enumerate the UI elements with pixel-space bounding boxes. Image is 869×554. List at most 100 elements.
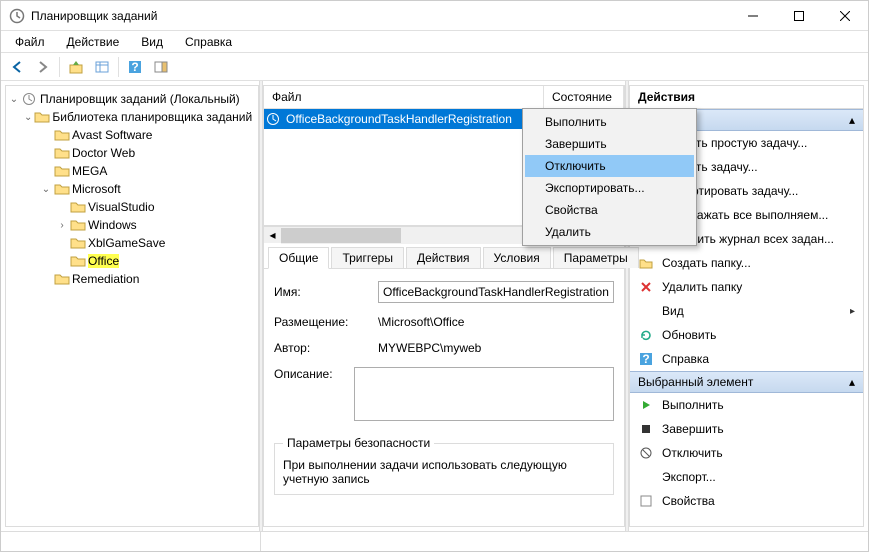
play-icon bbox=[638, 397, 654, 413]
delete-icon bbox=[638, 279, 654, 295]
folder-icon bbox=[34, 110, 50, 124]
folder-icon bbox=[54, 164, 70, 178]
expand-icon[interactable]: ⌄ bbox=[40, 183, 52, 195]
tree-item-office[interactable]: Office bbox=[56, 252, 256, 270]
clock-icon bbox=[22, 92, 38, 106]
tree-item-mega[interactable]: MEGA bbox=[40, 162, 256, 180]
clock-icon bbox=[266, 112, 282, 126]
security-legend: Параметры безопасности bbox=[283, 436, 434, 450]
scroll-left-button[interactable]: ◂ bbox=[264, 227, 281, 244]
action-new-folder[interactable]: Создать папку... bbox=[630, 251, 863, 275]
tree-root[interactable]: ⌄ Планировщик заданий (Локальный) bbox=[8, 90, 256, 108]
folder-icon bbox=[54, 182, 70, 196]
expand-icon[interactable]: ⌄ bbox=[24, 111, 32, 123]
collapse-icon: ▴ bbox=[849, 375, 855, 389]
action-help[interactable]: ?Справка bbox=[630, 347, 863, 371]
stop-icon bbox=[638, 421, 654, 437]
tab-settings[interactable]: Параметры bbox=[553, 247, 639, 268]
up-button[interactable] bbox=[64, 55, 88, 79]
menubar: Файл Действие Вид Справка bbox=[1, 31, 868, 53]
tree-root-label: Планировщик заданий (Локальный) bbox=[40, 92, 240, 106]
tab-general[interactable]: Общие bbox=[268, 247, 329, 269]
folder-icon bbox=[70, 236, 86, 250]
col-state[interactable]: Состояние bbox=[544, 86, 624, 108]
folder-icon bbox=[70, 254, 86, 268]
tab-bar: Общие Триггеры Действия Условия Параметр… bbox=[264, 243, 624, 269]
task-name: OfficeBackgroundTaskHandlerRegistration bbox=[282, 112, 544, 126]
author-label: Автор: bbox=[274, 341, 378, 355]
ctx-end[interactable]: Завершить bbox=[525, 133, 694, 155]
tree-item-remediation[interactable]: Remediation bbox=[40, 270, 256, 288]
location-value: \Microsoft\Office bbox=[378, 315, 614, 329]
collapse-icon[interactable]: › bbox=[56, 219, 68, 231]
chevron-right-icon: ▸ bbox=[850, 306, 855, 317]
newfolder-icon bbox=[638, 255, 654, 271]
scroll-thumb[interactable] bbox=[281, 228, 401, 243]
titlebar: Планировщик заданий bbox=[1, 1, 868, 31]
ctx-delete[interactable]: Удалить bbox=[525, 221, 694, 243]
tree-library[interactable]: ⌄ Библиотека планировщика заданий bbox=[24, 108, 256, 126]
location-label: Размещение: bbox=[274, 315, 378, 329]
tree-item-xblgamesave[interactable]: XblGameSave bbox=[56, 234, 256, 252]
action-disable[interactable]: Отключить bbox=[630, 441, 863, 465]
action-view[interactable]: Вид▸ bbox=[630, 299, 863, 323]
back-button[interactable] bbox=[5, 55, 29, 79]
expand-icon[interactable]: ⌄ bbox=[8, 93, 20, 105]
close-button[interactable] bbox=[822, 1, 868, 30]
folder-icon bbox=[70, 200, 86, 214]
help-icon: ? bbox=[638, 351, 654, 367]
main-content: ⌄ Планировщик заданий (Локальный) ⌄ Библ… bbox=[1, 81, 868, 531]
ctx-run[interactable]: Выполнить bbox=[525, 111, 694, 133]
action-export[interactable]: Экспорт... bbox=[630, 465, 863, 489]
tree-item-doctorweb[interactable]: Doctor Web bbox=[40, 144, 256, 162]
tree-library-label: Библиотека планировщика заданий bbox=[52, 110, 252, 124]
description-label: Описание: bbox=[274, 367, 354, 381]
maximize-button[interactable] bbox=[776, 1, 822, 30]
tree-item-visualstudio[interactable]: VisualStudio bbox=[56, 198, 256, 216]
collapse-icon: ▴ bbox=[849, 113, 855, 127]
folder-icon bbox=[54, 146, 70, 160]
description-input[interactable] bbox=[354, 367, 614, 421]
folder-icon bbox=[54, 272, 70, 286]
task-list-header: Файл Состояние bbox=[264, 86, 624, 109]
minimize-button[interactable] bbox=[730, 1, 776, 30]
action-delete-folder[interactable]: Удалить папку bbox=[630, 275, 863, 299]
properties-panel: Имя: Размещение: \Microsoft\Office Автор… bbox=[264, 269, 624, 526]
ctx-disable[interactable]: Отключить bbox=[525, 155, 694, 177]
name-input[interactable] bbox=[378, 281, 614, 303]
tab-triggers[interactable]: Триггеры bbox=[331, 247, 404, 268]
ctx-properties[interactable]: Свойства bbox=[525, 199, 694, 221]
action-refresh[interactable]: Обновить bbox=[630, 323, 863, 347]
disable-icon bbox=[638, 445, 654, 461]
context-menu: Выполнить Завершить Отключить Экспортиро… bbox=[522, 108, 697, 246]
col-file[interactable]: Файл bbox=[264, 86, 544, 108]
action-run[interactable]: Выполнить bbox=[630, 393, 863, 417]
help-button[interactable]: ? bbox=[123, 55, 147, 79]
tree-item-microsoft[interactable]: ⌄Microsoft bbox=[40, 180, 256, 198]
window-buttons bbox=[730, 1, 868, 30]
menu-file[interactable]: Файл bbox=[5, 33, 55, 51]
forward-button[interactable] bbox=[31, 55, 55, 79]
panel-button[interactable] bbox=[149, 55, 173, 79]
tab-conditions[interactable]: Условия bbox=[483, 247, 551, 268]
tree-navigation[interactable]: ⌄ Планировщик заданий (Локальный) ⌄ Библ… bbox=[5, 85, 259, 527]
tree-item-avast[interactable]: Avast Software bbox=[40, 126, 256, 144]
actions-title: Действия bbox=[630, 86, 863, 109]
tab-actions[interactable]: Действия bbox=[406, 247, 481, 268]
menu-view[interactable]: Вид bbox=[131, 33, 173, 51]
folder-icon bbox=[54, 128, 70, 142]
security-text: При выполнении задачи использовать следу… bbox=[283, 458, 605, 486]
actions-group-selected[interactable]: Выбранный элемент▴ bbox=[630, 371, 863, 393]
refresh-icon bbox=[638, 327, 654, 343]
ctx-export[interactable]: Экспортировать... bbox=[525, 177, 694, 199]
menu-action[interactable]: Действие bbox=[57, 33, 130, 51]
svg-text:?: ? bbox=[642, 352, 649, 366]
tree-item-windows[interactable]: ›Windows bbox=[56, 216, 256, 234]
action-properties[interactable]: Свойства bbox=[630, 489, 863, 513]
toolbar-divider bbox=[118, 57, 119, 77]
view-button[interactable] bbox=[90, 55, 114, 79]
author-value: MYWEBPC\myweb bbox=[378, 341, 614, 355]
menu-help[interactable]: Справка bbox=[175, 33, 242, 51]
security-group: Параметры безопасности При выполнении за… bbox=[274, 436, 614, 495]
action-end[interactable]: Завершить bbox=[630, 417, 863, 441]
